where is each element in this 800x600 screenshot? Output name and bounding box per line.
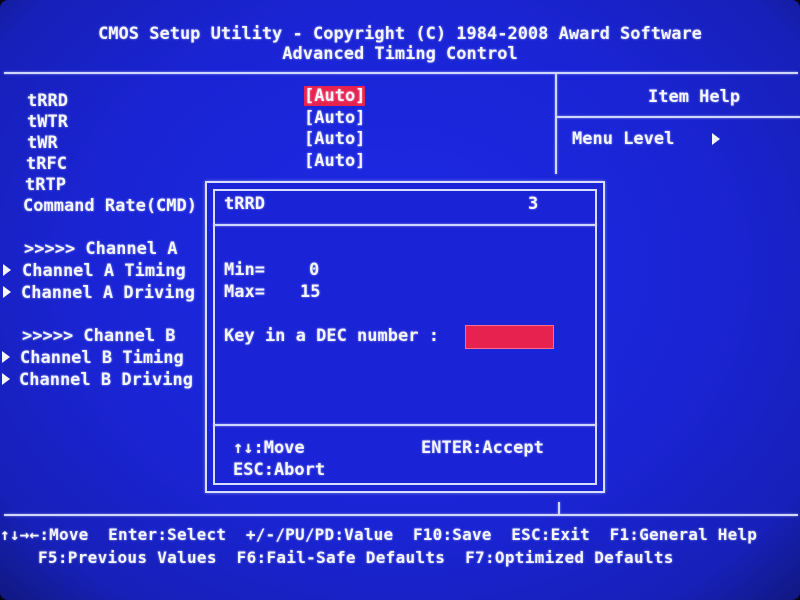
submenu-arrow-icon <box>2 351 10 363</box>
dialog-accept-hint: ENTER:Accept <box>421 438 544 458</box>
page-title: Advanced Timing Control <box>282 44 518 64</box>
setting-label-twtr[interactable]: tWTR <box>27 112 68 132</box>
menu-level-arrow-icon <box>712 133 720 145</box>
dialog-max-label: Max= <box>224 282 265 302</box>
setting-label-twr[interactable]: tWR <box>27 133 58 153</box>
submenu-channel-a-driving[interactable]: Channel A Driving <box>21 283 195 303</box>
dialog-max-value: 15 <box>300 282 321 302</box>
dialog-current-value: 3 <box>528 194 539 214</box>
submenu-arrow-icon <box>3 286 11 298</box>
dialog-footer-divider <box>213 424 597 426</box>
help-divider-stub <box>558 502 560 514</box>
footer-divider <box>4 514 798 516</box>
setting-value-trrd[interactable]: [Auto] <box>304 86 366 106</box>
dialog-prompt: Key in a DEC number : <box>224 326 439 346</box>
header-divider <box>4 72 798 74</box>
dialog-move-hint: ↑↓:Move <box>233 438 305 458</box>
setting-label-command-rate[interactable]: Command Rate(CMD) <box>23 196 197 216</box>
channel-b-header: >>>>> Channel B <box>22 326 176 346</box>
setting-label-trfc[interactable]: tRFC <box>26 154 67 174</box>
submenu-channel-b-timing[interactable]: Channel B Timing <box>20 348 184 368</box>
setting-value-trfc[interactable]: [Auto] <box>304 151 365 171</box>
submenu-arrow-icon <box>3 264 11 276</box>
submenu-channel-b-driving[interactable]: Channel B Driving <box>19 370 193 390</box>
header-copyright: CMOS Setup Utility - Copyright (C) 1984-… <box>98 24 702 44</box>
setting-value-twtr[interactable]: [Auto] <box>304 108 365 128</box>
setting-label-trrd[interactable]: tRRD <box>27 91 68 111</box>
help-title: Item Help <box>648 87 741 107</box>
submenu-arrow-icon <box>2 373 10 385</box>
help-menu-level: Menu Level <box>572 129 675 149</box>
dialog-title-divider <box>213 224 597 226</box>
setting-label-trtp[interactable]: tRTP <box>25 175 66 195</box>
help-title-divider <box>557 116 800 118</box>
submenu-channel-a-timing[interactable]: Channel A Timing <box>22 261 186 281</box>
setting-value-twr[interactable]: [Auto] <box>304 129 365 149</box>
footer-keys-line2: F5:Previous Values F6:Fail-Safe Defaults… <box>38 548 674 567</box>
channel-a-header: >>>>> Channel A <box>24 239 178 259</box>
dialog-title: tRRD <box>224 194 265 214</box>
dec-number-input[interactable] <box>465 325 554 349</box>
help-panel-divider <box>555 74 557 174</box>
bios-screen: CMOS Setup Utility - Copyright (C) 1984-… <box>0 0 800 600</box>
dialog-min-value: 0 <box>309 260 320 280</box>
footer-keys-line1: ↑↓→←:Move Enter:Select +/-/PU/PD:Value F… <box>0 525 758 544</box>
dialog-abort-hint: ESC:Abort <box>233 460 326 480</box>
dialog-min-label: Min= <box>224 260 265 280</box>
